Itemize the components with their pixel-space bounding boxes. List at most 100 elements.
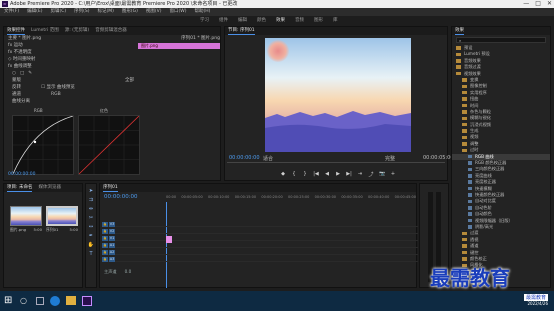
program-control-button[interactable]: ▶| bbox=[346, 171, 352, 178]
workspace-tab[interactable]: 学习 bbox=[200, 16, 209, 26]
folder-icon bbox=[462, 90, 467, 95]
program-control-button[interactable]: { bbox=[291, 171, 297, 178]
track-name[interactable]: A1 bbox=[109, 242, 115, 248]
channel-dropdown[interactable]: RGB bbox=[51, 91, 61, 98]
project-tab[interactable]: 项目: 未命名 bbox=[7, 184, 33, 192]
preview-checkbox[interactable]: ☐ 显示 曲线预览 bbox=[41, 84, 75, 91]
effect-row-motion[interactable]: fx 运动 bbox=[4, 42, 134, 49]
selection-tool-icon[interactable]: ➤ bbox=[89, 188, 93, 194]
track-lock-icon[interactable]: 🔒 bbox=[102, 228, 108, 234]
effect-row-opacity[interactable]: fx 不透明度 bbox=[4, 49, 134, 56]
menu-item[interactable]: 帮助(H) bbox=[194, 8, 210, 16]
pen-mask-icon[interactable]: ✎ bbox=[28, 70, 32, 77]
menu-item[interactable]: 窗口(W) bbox=[170, 8, 187, 16]
program-tab[interactable]: 节目: 序列01 bbox=[228, 27, 255, 35]
menu-item[interactable]: 视图(V) bbox=[146, 8, 162, 16]
red-curve-graph[interactable] bbox=[78, 115, 140, 175]
task-view-icon[interactable] bbox=[36, 297, 44, 305]
effect-row-curves[interactable]: fx 曲线调整 bbox=[4, 63, 134, 70]
program-control-button[interactable]: ◆ bbox=[280, 171, 286, 178]
track-lock-icon[interactable]: 🔒 bbox=[102, 235, 108, 241]
workspace-tab[interactable]: 图形 bbox=[314, 16, 323, 26]
effects-search[interactable]: ⌕ bbox=[456, 37, 546, 43]
effects-tree-label: 过渡 bbox=[470, 230, 479, 236]
workspace-tab[interactable]: 库 bbox=[333, 16, 338, 26]
program-control-button[interactable]: |◀ bbox=[313, 171, 319, 178]
ellipse-mask-icon[interactable]: ○ bbox=[12, 70, 16, 77]
ec-timecode[interactable]: 00:00:00:00 bbox=[8, 172, 35, 177]
timeline-clip[interactable] bbox=[166, 236, 172, 243]
timeline-track: 🔒 A2 bbox=[102, 248, 418, 255]
track-lock-icon[interactable]: 🔒 bbox=[102, 249, 108, 255]
timeline-tab[interactable]: 序列01 bbox=[103, 184, 118, 192]
close-button[interactable]: ✕ bbox=[547, 0, 552, 8]
program-control-button[interactable]: + bbox=[390, 171, 396, 178]
program-timecode-left[interactable]: 00:00:00:00 bbox=[229, 155, 260, 161]
master-value[interactable]: 0.0 bbox=[125, 268, 132, 275]
track-name[interactable]: V1 bbox=[109, 235, 115, 241]
program-scrub-bar[interactable] bbox=[227, 162, 445, 165]
menu-item[interactable]: 图形(G) bbox=[122, 8, 138, 16]
track-select-icon[interactable]: ⇉ bbox=[89, 197, 93, 203]
hand-tool-icon[interactable]: ✋ bbox=[88, 242, 94, 248]
program-control-button[interactable]: ▶ bbox=[335, 171, 341, 178]
rect-mask-icon[interactable]: □ bbox=[20, 70, 24, 77]
project-tab[interactable]: 媒体浏览器 bbox=[38, 184, 61, 192]
ripple-edit-icon[interactable]: ⇹ bbox=[89, 206, 93, 212]
effect-row-time-remap[interactable]: ◇ 时间重映射 bbox=[4, 56, 134, 63]
pen-tool-icon[interactable]: ✒ bbox=[89, 233, 93, 239]
file-explorer-icon[interactable] bbox=[66, 296, 76, 305]
minimize-button[interactable]: — bbox=[523, 0, 529, 8]
workspace-tab[interactable]: 颜色 bbox=[257, 16, 266, 26]
track-lock-icon[interactable]: 🔒 bbox=[102, 221, 108, 227]
workspace-tab[interactable]: 组件 bbox=[219, 16, 228, 26]
track-name[interactable]: V3 bbox=[109, 221, 115, 227]
project-clip-image[interactable]: 图片.png 5:00 bbox=[10, 206, 42, 233]
menu-item[interactable]: 文件(F) bbox=[4, 8, 19, 16]
menu-item[interactable]: 编辑(E) bbox=[27, 8, 42, 16]
quality-dropdown[interactable]: 完整 bbox=[385, 155, 395, 162]
type-tool-icon[interactable]: T bbox=[89, 251, 92, 257]
menu-item[interactable]: 标记(M) bbox=[98, 8, 114, 16]
program-control-button[interactable]: ⤴ bbox=[368, 171, 374, 178]
effects-tree-label: 键控 bbox=[470, 249, 479, 255]
effect-controls-tab[interactable]: Lumetri 范围 bbox=[31, 27, 59, 35]
clip-thumbnail-sequence bbox=[46, 206, 78, 226]
track-lock-icon[interactable]: 🔒 bbox=[102, 256, 108, 262]
ruler-tick-label: 00:00:25:00 bbox=[288, 195, 310, 199]
track-name[interactable]: V2 bbox=[109, 228, 115, 234]
premiere-taskbar-icon[interactable] bbox=[82, 296, 92, 306]
timeline-track: 🔒 V2 bbox=[102, 227, 418, 234]
track-name[interactable]: A3 bbox=[109, 256, 115, 262]
effect-controls-tab[interactable]: 源: (无剪辑) bbox=[65, 27, 89, 35]
slip-tool-icon[interactable]: ↔ bbox=[89, 224, 93, 230]
search-task-icon[interactable]: ○ bbox=[20, 296, 27, 305]
maximize-button[interactable]: □ bbox=[535, 0, 541, 8]
track-lock-icon[interactable]: 🔒 bbox=[102, 242, 108, 248]
timeline-ruler[interactable]: 00:00 00:00:05:00 00:00:10:00 00:00:15:00 00… bbox=[166, 195, 416, 201]
workspace-tab[interactable]: 编辑 bbox=[238, 16, 247, 26]
track-name[interactable]: A2 bbox=[109, 249, 115, 255]
workspace-tab[interactable]: 效果 bbox=[276, 16, 285, 26]
program-control-button[interactable]: ⇥ bbox=[357, 171, 363, 178]
menu-item[interactable]: 剪辑(C) bbox=[50, 8, 66, 16]
razor-tool-icon[interactable]: ✂ bbox=[89, 215, 93, 221]
fit-dropdown[interactable]: 适合 bbox=[263, 155, 273, 162]
watermark-text: 最需教育 bbox=[430, 266, 510, 290]
edge-icon[interactable] bbox=[50, 296, 60, 306]
start-icon[interactable]: ⊞ bbox=[4, 295, 12, 306]
effect-controls-tab[interactable]: 效果控件 bbox=[7, 27, 25, 35]
menu-item[interactable]: 序列(S) bbox=[74, 8, 89, 16]
mask-dropdown[interactable]: 全部 bbox=[125, 77, 134, 84]
workspace-tab[interactable]: 音频 bbox=[295, 16, 304, 26]
project-clip-sequence[interactable]: 序列01 5:00 bbox=[46, 206, 78, 233]
rgb-curve-graph[interactable] bbox=[12, 115, 74, 175]
effects-tab[interactable]: 效果 bbox=[455, 27, 464, 35]
ruler-tick-label: 00:00:20:00 bbox=[261, 195, 283, 199]
timeline-timecode[interactable]: 00:00:00:00 bbox=[104, 194, 138, 200]
program-control-button[interactable]: ◀ bbox=[324, 171, 330, 178]
program-control-button[interactable]: } bbox=[302, 171, 308, 178]
effect-controls-tab[interactable]: 音频剪辑混合器 bbox=[95, 27, 127, 35]
clip-bar[interactable]: 图片.png bbox=[138, 43, 220, 49]
program-control-button[interactable]: 📷 bbox=[379, 171, 385, 178]
